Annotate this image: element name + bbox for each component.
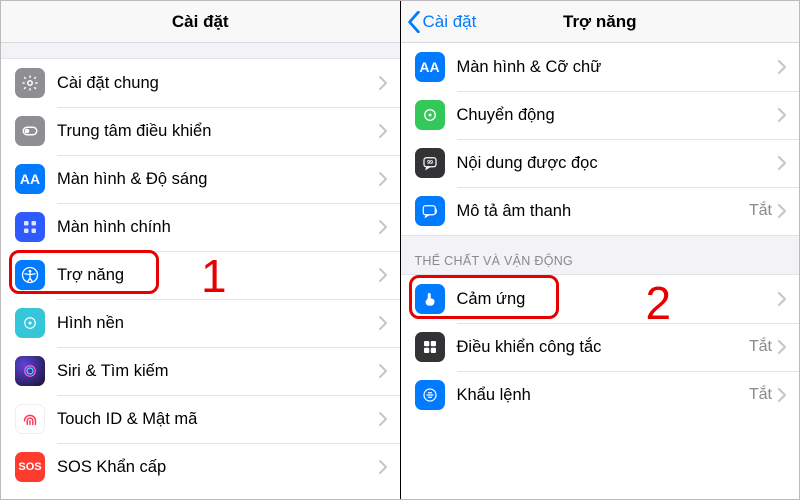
row-switch-control[interactable]: Điều khiển công tắc Tắt — [401, 323, 800, 371]
settings-root-pane: Cài đặt Cài đặt chung Trung tâm điều khi… — [1, 1, 400, 499]
row-label: Touch ID & Mật mã — [57, 410, 379, 429]
back-label: Cài đặt — [423, 12, 477, 32]
accessibility-pane: Cài đặt Trợ năng AA Màn hình & Cỡ chữ Ch… — [401, 1, 800, 499]
row-value: Tắt — [749, 202, 772, 220]
chevron-right-icon — [778, 156, 787, 170]
row-homescreen[interactable]: Màn hình chính — [1, 203, 400, 251]
motion-icon — [415, 100, 445, 130]
wallpaper-icon — [15, 308, 45, 338]
siri-icon — [15, 356, 45, 386]
row-voice-control[interactable]: Khẩu lệnh Tắt — [401, 371, 800, 419]
row-label: Mô tả âm thanh — [457, 202, 749, 221]
row-sos[interactable]: SOS SOS Khẩn cấp — [1, 443, 400, 491]
chevron-right-icon — [379, 268, 388, 282]
chevron-right-icon — [379, 460, 388, 474]
switch-icon — [415, 332, 445, 362]
voice-icon — [415, 380, 445, 410]
row-label: Trợ năng — [57, 266, 379, 285]
row-label: Hình nền — [57, 314, 379, 333]
touchid-icon — [15, 404, 45, 434]
chevron-right-icon — [379, 364, 388, 378]
touch-icon — [415, 284, 445, 314]
row-label: SOS Khẩn cấp — [57, 458, 379, 477]
row-label: Nội dung được đọc — [457, 154, 779, 173]
gear-icon — [15, 68, 45, 98]
aa-icon: AA — [415, 52, 445, 82]
row-display-text[interactable]: AA Màn hình & Cỡ chữ — [401, 43, 800, 91]
section-gap — [1, 43, 400, 59]
row-value: Tắt — [749, 386, 772, 404]
row-label: Màn hình chính — [57, 218, 379, 237]
controlcenter-icon — [15, 116, 45, 146]
chevron-right-icon — [778, 340, 787, 354]
row-audio-desc[interactable]: Mô tả âm thanh Tắt — [401, 187, 800, 235]
row-label: Điều khiển công tắc — [457, 338, 749, 357]
chevron-right-icon — [778, 108, 787, 122]
chevron-right-icon — [778, 292, 787, 306]
spoken-icon: 99 — [415, 148, 445, 178]
row-label: Màn hình & Cỡ chữ — [457, 58, 779, 77]
chevron-right-icon — [778, 388, 787, 402]
audiodesc-icon — [415, 196, 445, 226]
accessibility-icon — [15, 260, 45, 290]
chevron-right-icon — [379, 316, 388, 330]
back-button[interactable]: Cài đặt — [407, 1, 477, 43]
row-touchid[interactable]: Touch ID & Mật mã — [1, 395, 400, 443]
display-icon: AA — [15, 164, 45, 194]
row-label: Chuyển động — [457, 106, 779, 125]
row-spoken[interactable]: 99 Nội dung được đọc — [401, 139, 800, 187]
chevron-right-icon — [379, 172, 388, 186]
row-label: Trung tâm điều khiển — [57, 122, 379, 141]
chevron-right-icon — [778, 204, 787, 218]
chevron-left-icon — [407, 11, 421, 33]
chevron-right-icon — [379, 76, 388, 90]
svg-text:99: 99 — [427, 160, 433, 166]
row-label: Cài đặt chung — [57, 74, 379, 93]
header-title: Cài đặt — [172, 12, 229, 32]
row-value: Tắt — [749, 338, 772, 356]
row-touch[interactable]: Cảm ứng — [401, 275, 800, 323]
header: Cài đặt — [1, 1, 400, 43]
chevron-right-icon — [379, 412, 388, 426]
chevron-right-icon — [379, 124, 388, 138]
chevron-right-icon — [379, 220, 388, 234]
section-header-physical: THỂ CHẤT VÀ VẬN ĐỘNG — [401, 235, 800, 275]
row-siri[interactable]: Siri & Tìm kiếm — [1, 347, 400, 395]
row-label: Cảm ứng — [457, 290, 779, 309]
row-accessibility[interactable]: Trợ năng — [1, 251, 400, 299]
header: Cài đặt Trợ năng — [401, 1, 800, 43]
row-label: Siri & Tìm kiếm — [57, 362, 379, 381]
row-wallpaper[interactable]: Hình nền — [1, 299, 400, 347]
chevron-right-icon — [778, 60, 787, 74]
row-general[interactable]: Cài đặt chung — [1, 59, 400, 107]
row-display[interactable]: AA Màn hình & Độ sáng — [1, 155, 400, 203]
row-label: Khẩu lệnh — [457, 386, 749, 405]
row-motion[interactable]: Chuyển động — [401, 91, 800, 139]
sos-icon: SOS — [15, 452, 45, 482]
row-control-center[interactable]: Trung tâm điều khiển — [1, 107, 400, 155]
homescreen-icon — [15, 212, 45, 242]
header-title: Trợ năng — [563, 12, 636, 32]
row-label: Màn hình & Độ sáng — [57, 170, 379, 189]
